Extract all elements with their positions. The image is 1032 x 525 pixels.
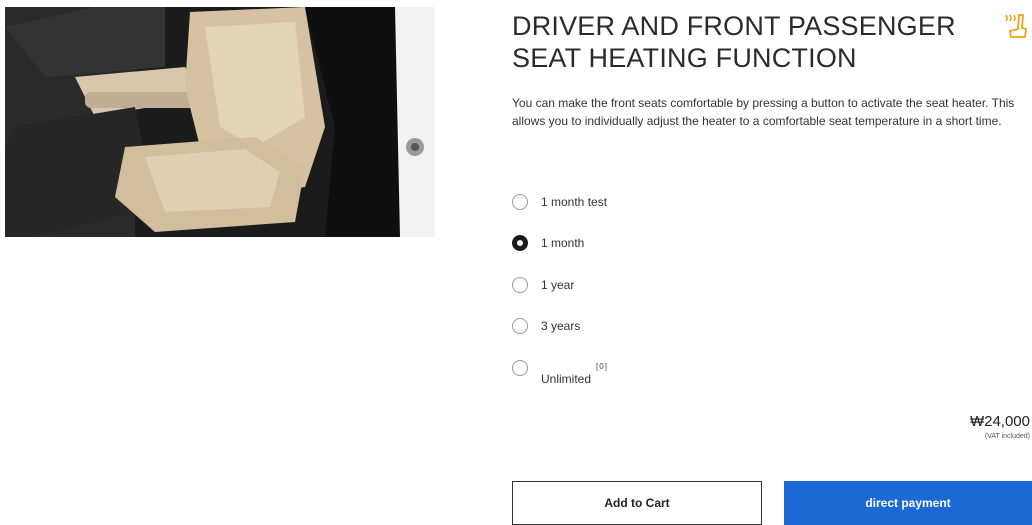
option-label: 1 month test	[541, 195, 608, 209]
option-footnote: [0]	[596, 362, 608, 371]
option-label: Unlimited	[541, 372, 592, 386]
option-label: 3 years	[541, 319, 581, 333]
radio-button[interactable]	[512, 318, 528, 334]
add-to-cart-button[interactable]: Add to Cart	[512, 481, 762, 525]
title-line-1: DRIVER AND FRONT PASSENGER	[512, 11, 956, 41]
option-1-month-test[interactable]: 1 month test	[512, 192, 607, 212]
option-3-years[interactable]: 3 years	[512, 316, 580, 336]
heated-seat-icon	[1000, 12, 1028, 40]
option-label: 1 year	[541, 278, 575, 292]
option-unlimited[interactable]: Unlimited [0]	[512, 360, 608, 392]
product-description: You can make the front seats comfortable…	[512, 96, 1015, 128]
product-image	[5, 7, 435, 237]
direct-payment-button[interactable]: direct payment	[784, 481, 1032, 525]
vat-note: (VAT included)	[984, 433, 1030, 440]
option-1-year[interactable]: 1 year	[512, 275, 574, 295]
car-seat-illustration	[5, 7, 435, 237]
option-1-month[interactable]: 1 month	[512, 233, 584, 253]
radio-button-selected[interactable]	[512, 235, 528, 251]
option-label: 1 month	[541, 236, 585, 250]
page-title: DRIVER AND FRONT PASSENGER SEAT HEATING …	[512, 10, 982, 74]
radio-button[interactable]	[512, 194, 528, 210]
radio-button[interactable]	[512, 277, 528, 293]
radio-button[interactable]	[512, 360, 528, 376]
title-line-2: SEAT HEATING FUNCTION	[512, 43, 857, 73]
price: ₩24,000	[969, 413, 1030, 430]
